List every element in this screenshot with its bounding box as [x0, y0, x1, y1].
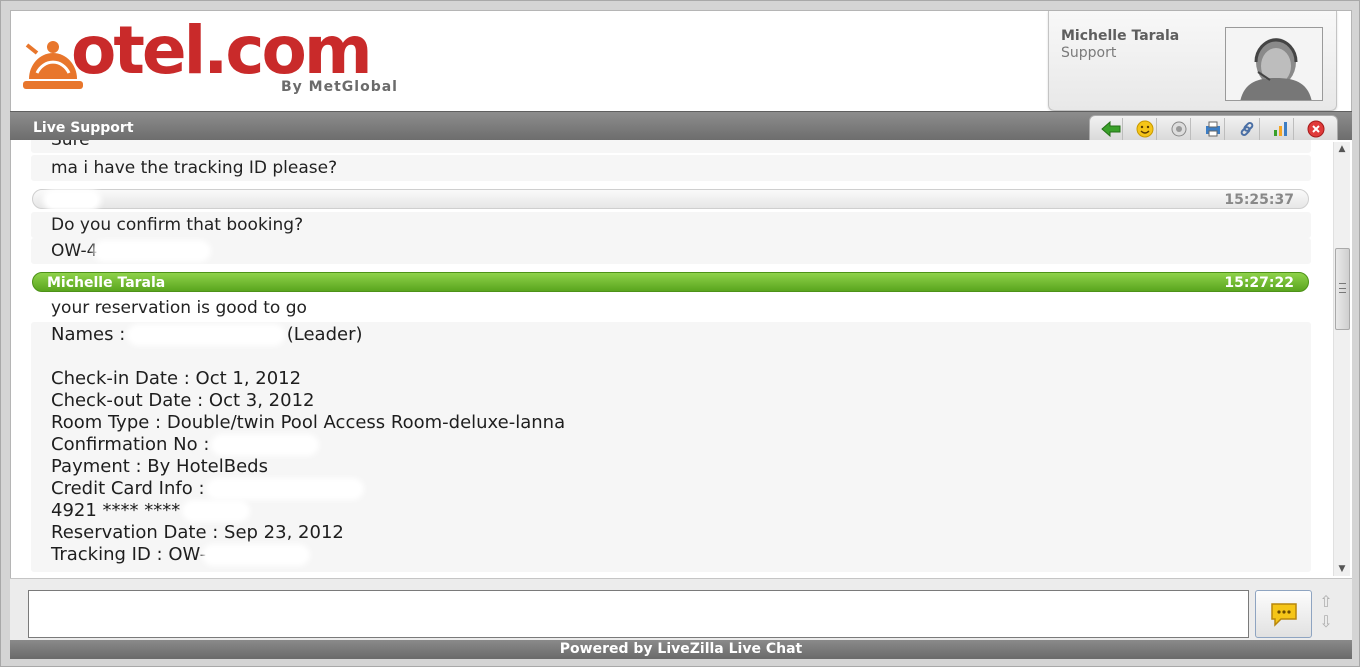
scroll-down-icon[interactable]: ▼: [1334, 562, 1350, 576]
chat-log: Sure ma i have the tracking ID please? 1…: [10, 140, 1352, 578]
visitor-message-header: 15:25:37: [32, 189, 1309, 209]
message-text: OW-4: [51, 241, 98, 261]
support-agent-icon: [1226, 28, 1322, 100]
speech-bubble-icon: [1270, 603, 1297, 627]
arrow-up-icon[interactable]: ⇧: [1317, 592, 1335, 612]
arrow-down-icon[interactable]: ⇩: [1317, 612, 1335, 632]
footer-text: Powered by LiveZilla Live Chat: [559, 641, 803, 657]
close-icon[interactable]: [1304, 118, 1328, 140]
agent-message-header: Michelle Tarala 15:27:22: [32, 272, 1309, 292]
detail-payment: Payment : By HotelBeds: [51, 456, 268, 477]
footer: Powered by LiveZilla Live Chat: [10, 640, 1352, 659]
detail-tracking-id: Tracking ID : OW-: [51, 544, 1291, 566]
detail-reservation-date: Reservation Date : Sep 23, 2012: [51, 522, 344, 543]
print-icon[interactable]: [1201, 117, 1226, 140]
chat-message: Do you confirm that booking?: [31, 212, 1311, 238]
message-text: ma i have the tracking ID please?: [51, 158, 338, 178]
send-button[interactable]: [1255, 590, 1312, 638]
detail-card-number: 4921 **** ****: [51, 500, 1291, 522]
agent-role: Support: [1061, 45, 1117, 61]
detail-room-type: Room Type : Double/twin Pool Access Room…: [51, 412, 566, 433]
app-window: otel.com By MetGlobal Michelle Tarala Su…: [0, 0, 1360, 667]
logo-subtitle: By MetGlobal: [281, 79, 398, 95]
chat-toolbar: [1089, 115, 1338, 142]
visitor-name: [47, 190, 97, 208]
back-arrow-icon[interactable]: [1099, 117, 1124, 140]
agent-card: Michelle Tarala Support: [1048, 11, 1337, 111]
scroll-up-icon[interactable]: ▲: [1334, 142, 1350, 156]
smiley-icon[interactable]: [1133, 117, 1158, 140]
message-text: your reservation is good to go: [51, 298, 307, 318]
resize-arrows[interactable]: ⇧ ⇩: [1317, 592, 1335, 636]
chat-scrollbar[interactable]: ▲ ▼: [1333, 142, 1350, 576]
detail-blank: [51, 346, 1291, 368]
message-input[interactable]: [28, 590, 1249, 638]
scrollbar-thumb[interactable]: [1335, 248, 1350, 330]
chat-message: your reservation is good to go: [31, 295, 1311, 321]
message-time: 15:25:37: [1224, 192, 1294, 208]
agent-message-name: Michelle Tarala: [47, 275, 166, 291]
detail-confirmation: Confirmation No :: [51, 434, 1291, 456]
header: otel.com By MetGlobal Michelle Tarala Su…: [10, 10, 1352, 111]
detail-checkin: Check-in Date : Oct 1, 2012: [51, 368, 302, 389]
message-text: Do you confirm that booking?: [51, 215, 304, 235]
sound-icon[interactable]: [1167, 117, 1192, 140]
message-time: 15:27:22: [1224, 275, 1294, 291]
avatar: [1225, 27, 1323, 101]
message-text: Sure: [51, 140, 90, 150]
chat-message: Sure: [31, 140, 1311, 153]
page-title: Live Support: [33, 120, 134, 136]
link-icon[interactable]: [1236, 117, 1260, 140]
detail-credit-card: Credit Card Info :: [51, 478, 1291, 500]
chart-icon[interactable]: [1270, 117, 1294, 140]
detail-checkout: Check-out Date : Oct 3, 2012: [51, 390, 315, 411]
detail-names: Names : (Leader): [51, 324, 363, 345]
chat-messages: Sure ma i have the tracking ID please? 1…: [11, 140, 1331, 578]
brand-logo: otel.com By MetGlobal: [23, 12, 403, 103]
chat-message: ma i have the tracking ID please?: [31, 155, 1311, 181]
reservation-details: Names : (Leader) Check-in Date : Oct 1, …: [31, 322, 1311, 572]
chat-message: OW-4: [31, 238, 1311, 264]
agent-name: Michelle Tarala: [1061, 28, 1180, 44]
title-bar: Live Support: [10, 111, 1352, 142]
input-bar: ⇧ ⇩: [10, 578, 1352, 640]
